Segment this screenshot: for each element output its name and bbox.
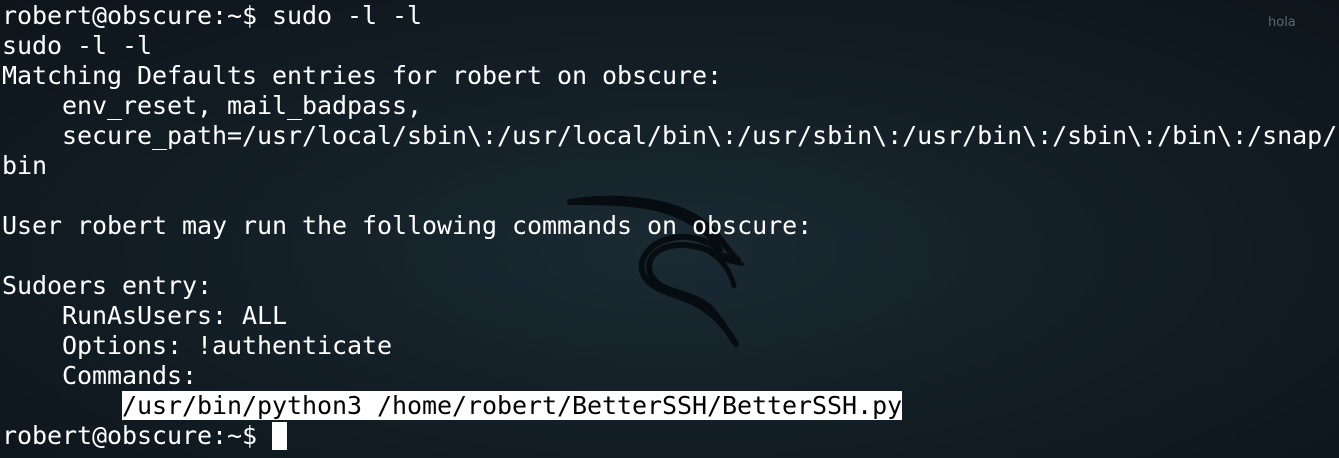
prompt-line[interactable]: robert@obscure:~$ [2,421,1337,451]
echoed-command: sudo -l -l [2,31,153,60]
sudoers-entry-heading: Sudoers entry: [2,271,213,300]
defaults-heading: Matching Defaults entries for robert on … [2,61,723,90]
user-commands-heading: User robert may run the following comman… [2,211,813,240]
terminal-window[interactable]: hola robert@obscure:~$ sudo -l -l sudo -… [0,0,1339,458]
terminal-output: robert@obscure:~$ sudo -l -l sudo -l -l … [2,1,1337,451]
secure-path-wrap: bin [2,151,48,180]
runas-users: RunAsUsers: ALL [62,301,288,330]
shell-prompt: robert@obscure:~$ [2,421,258,450]
defaults-entry-secure-path: secure_path=/usr/local/sbin\:/usr/local/… [62,121,1338,150]
defaults-entry-env: env_reset, mail_badpass, [62,91,423,120]
text-cursor [272,422,288,450]
selected-command-text[interactable]: /usr/bin/python3 /home/robert/BetterSSH/… [122,391,902,420]
command-line: robert@obscure:~$ sudo -l -l [2,1,423,30]
allowed-command-row: /usr/bin/python3 /home/robert/BetterSSH/… [2,391,1337,421]
options-line: Options: !authenticate [62,331,393,360]
commands-heading: Commands: [62,361,198,390]
